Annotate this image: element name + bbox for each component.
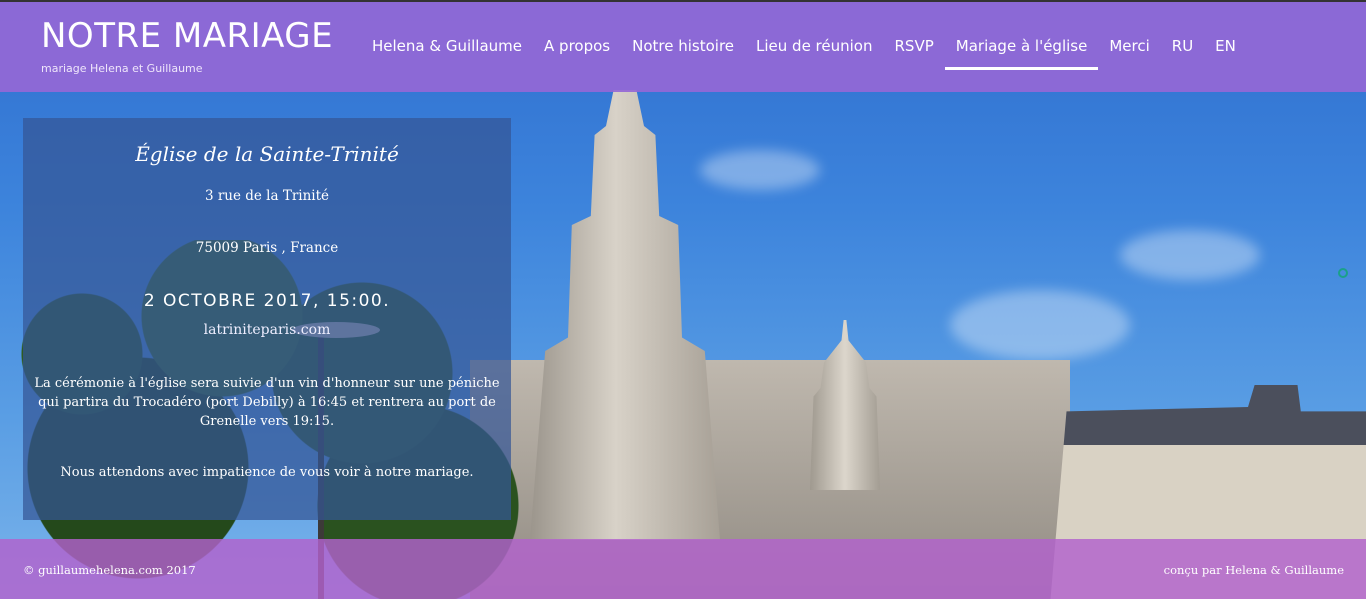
venue-name: Église de la Sainte-Trinité [135,142,399,166]
credit-text: conçu par Helena & Guillaume [1163,563,1344,577]
nav-item-mariage-eglise[interactable]: Mariage à l'église [944,2,1099,92]
ceremony-description: La cérémonie à l'église sera suivie d'un… [34,376,500,429]
venue-street: 3 rue de la Trinité [204,188,330,204]
cloud-shape [1120,230,1260,280]
church-dome [810,320,880,490]
nav-item-lang-ru[interactable]: RU [1161,2,1204,92]
nav-item-merci[interactable]: Merci [1098,2,1160,92]
venue-city: 75009 Paris , France [195,240,339,256]
site-tagline: mariage Helena et Guillaume [41,62,203,75]
site-title[interactable]: NOTRE MARIAGE [41,16,333,56]
scroll-indicator-icon[interactable] [1338,268,1348,278]
nav-item-notre-histoire[interactable]: Notre histoire [621,2,745,92]
nav-item-lang-en[interactable]: EN [1204,2,1247,92]
invitation-message: Nous attendons avec impatience de vous v… [60,465,474,480]
nav-item-lieu-de-reunion[interactable]: Lieu de réunion [745,2,883,92]
main-nav: Helena & Guillaume A propos Notre histoi… [361,2,1247,92]
nav-item-rsvp[interactable]: RSVP [884,2,945,92]
cloud-shape [950,290,1130,360]
site-footer: © guillaumehelena.com 2017 conçu par Hel… [0,539,1366,599]
nav-item-helena-guillaume[interactable]: Helena & Guillaume [361,2,533,92]
event-date: 2 OCTOBRE 2017, 15:00. [143,291,391,311]
copyright-text: © guillaumehelena.com 2017 [23,563,196,577]
church-tower [530,90,720,540]
venue-info-panel: Église de la Sainte-Trinité 3 rue de la … [23,118,511,520]
nav-item-a-propos[interactable]: A propos [533,2,621,92]
site-header: NOTRE MARIAGE mariage Helena et Guillaum… [0,2,1366,92]
venue-website-link[interactable]: latriniteparis.com [23,322,511,338]
cloud-shape [700,150,820,190]
